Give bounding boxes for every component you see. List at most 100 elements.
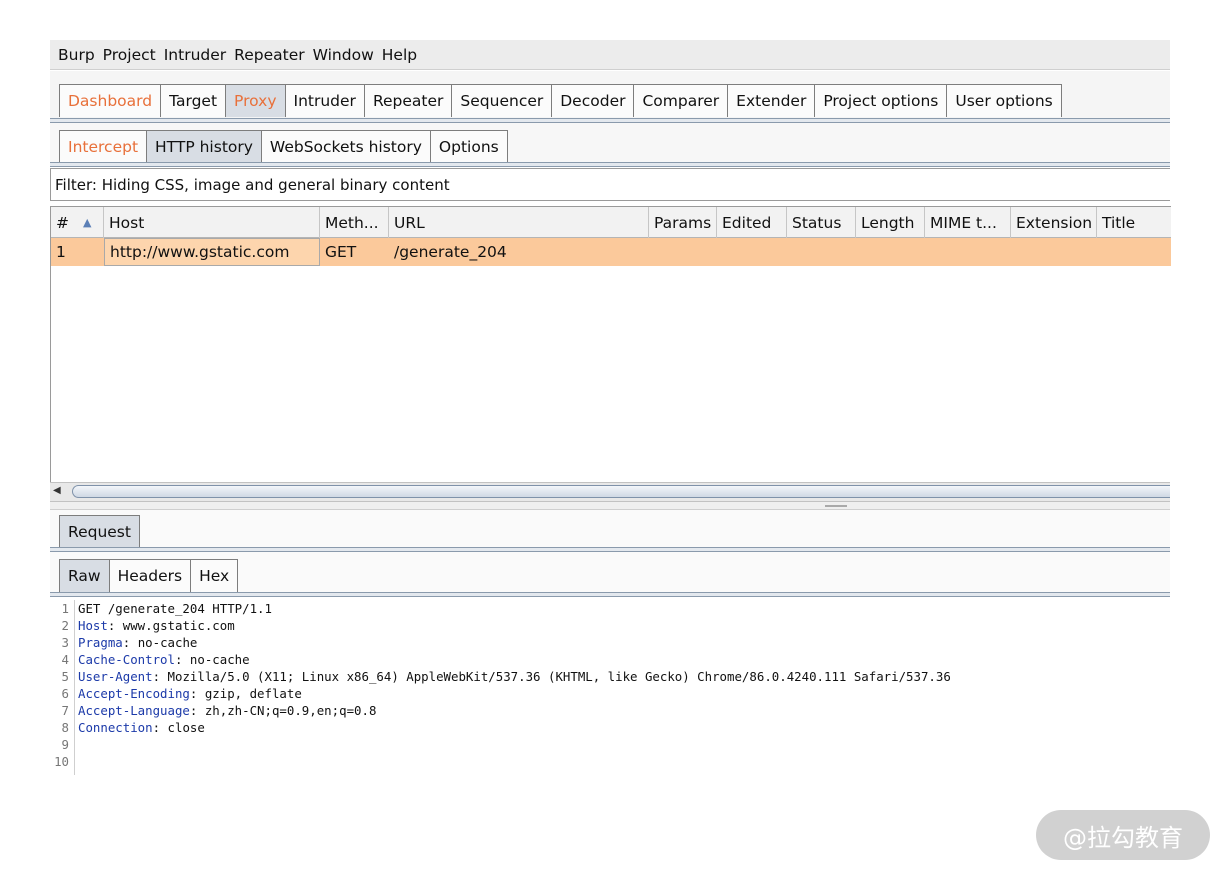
column-header-edited[interactable]: Edited xyxy=(717,207,787,238)
cell-status xyxy=(787,238,856,266)
header-value: Mozilla/5.0 (X11; Linux x86_64) AppleWeb… xyxy=(167,669,951,684)
column-header-method[interactable]: Meth... xyxy=(320,207,389,238)
line-content: Cache-Control: no-cache xyxy=(78,651,250,668)
line-content: User-Agent: Mozilla/5.0 (X11; Linux x86_… xyxy=(78,668,951,685)
tab-headers[interactable]: Headers xyxy=(108,559,192,592)
cell-host: http://www.gstatic.com xyxy=(104,238,320,266)
line-number: 4 xyxy=(61,652,69,667)
header-key: Connection xyxy=(78,720,153,735)
header-separator: : xyxy=(152,669,168,684)
tab-user-options[interactable]: User options xyxy=(946,84,1062,117)
watermark: @拉勾教育 xyxy=(1036,810,1210,860)
column-header-title[interactable]: Title xyxy=(1097,207,1171,238)
line-number: 6 xyxy=(61,686,69,701)
tab-http-history[interactable]: HTTP history xyxy=(146,130,262,162)
line-content: Host: www.gstatic.com xyxy=(78,617,235,634)
column-header-mime-type[interactable]: MIME t... xyxy=(925,207,1011,238)
column-header-host[interactable]: Host xyxy=(104,207,320,238)
tab-proxy[interactable]: Proxy xyxy=(225,84,286,117)
code-line: 5 User-Agent: Mozilla/5.0 (X11; Linux x86… xyxy=(50,668,1170,685)
tab-hex[interactable]: Hex xyxy=(190,559,239,592)
column-header-extension[interactable]: Extension xyxy=(1011,207,1097,238)
column-header-url[interactable]: URL xyxy=(389,207,649,238)
cell-mime-type xyxy=(925,238,1011,266)
header-value: no-cache xyxy=(137,635,198,650)
tab-project-options[interactable]: Project options xyxy=(814,84,948,117)
tab-extender[interactable]: Extender xyxy=(727,84,816,117)
column-label: # xyxy=(56,213,69,232)
code-line: 7 Accept-Language: zh,zh-CN;q=0.9,en;q=0.… xyxy=(50,702,1170,719)
code-line: 4 Cache-Control: no-cache xyxy=(50,651,1170,668)
menu-repeater[interactable]: Repeater xyxy=(234,46,304,64)
horizontal-scrollbar[interactable]: ◀ xyxy=(50,482,1170,502)
column-header-length[interactable]: Length xyxy=(856,207,925,238)
header-value: close xyxy=(167,720,205,735)
line-content: Pragma: no-cache xyxy=(78,634,197,651)
code-line: 6 Accept-Encoding: gzip, deflate xyxy=(50,685,1170,702)
cell-method: GET xyxy=(325,243,357,261)
header-separator: : xyxy=(152,720,168,735)
line-content: Accept-Encoding: gzip, deflate xyxy=(78,685,302,702)
column-header-number[interactable]: # ▲ xyxy=(51,207,104,238)
header-separator: : xyxy=(122,635,138,650)
menu-project[interactable]: Project xyxy=(103,46,156,64)
header-separator: : xyxy=(189,703,205,718)
column-header-params[interactable]: Params xyxy=(649,207,717,238)
cell-length xyxy=(856,238,925,266)
tab-dashboard[interactable]: Dashboard xyxy=(59,84,162,117)
tab-websockets-history[interactable]: WebSockets history xyxy=(260,130,431,162)
scrollbar-thumb[interactable] xyxy=(72,485,1170,498)
code-line: 1 GET /generate_204 HTTP/1.1 xyxy=(50,600,1170,617)
tab-decoder[interactable]: Decoder xyxy=(551,84,635,117)
line-number: 10 xyxy=(54,754,69,769)
request-editor[interactable]: 1 GET /generate_204 HTTP/1.1 2 Host: www.g… xyxy=(50,600,1170,780)
menu-bar: Burp Project Intruder Repeater Window He… xyxy=(50,40,1170,70)
tab-intercept[interactable]: Intercept xyxy=(59,130,148,162)
menu-intruder[interactable]: Intruder xyxy=(164,46,226,64)
line-content: Connection: close xyxy=(78,719,205,736)
header-separator: : xyxy=(174,652,190,667)
code-line: 8 Connection: close xyxy=(50,719,1170,736)
header-key: Pragma xyxy=(78,635,123,650)
tab-raw[interactable]: Raw xyxy=(59,559,110,592)
tab-comparer[interactable]: Comparer xyxy=(633,84,729,117)
line-number: 1 xyxy=(61,601,69,616)
menu-burp[interactable]: Burp xyxy=(58,46,95,64)
code-line: 3 Pragma: no-cache xyxy=(50,634,1170,651)
column-header-status[interactable]: Status xyxy=(787,207,856,238)
cell-extension xyxy=(1011,238,1097,266)
header-value: gzip, deflate xyxy=(204,686,302,701)
code-line: 2 Host: www.gstatic.com xyxy=(50,617,1170,634)
header-key: User-Agent xyxy=(78,669,153,684)
pane-splitter[interactable] xyxy=(50,502,1170,510)
burp-window: Burp Project Intruder Repeater Window He… xyxy=(50,40,1171,780)
cell-title xyxy=(1097,238,1171,266)
message-tabs: Request xyxy=(50,510,1170,552)
line-number: 5 xyxy=(61,669,69,684)
header-key: Accept-Language xyxy=(78,703,190,718)
splitter-grip-icon[interactable] xyxy=(825,505,847,507)
tab-intruder[interactable]: Intruder xyxy=(284,84,365,117)
table-row[interactable]: 1 http://www.gstatic.com GET /generate_2… xyxy=(51,238,1171,266)
header-key: Host xyxy=(78,618,108,633)
header-value: no-cache xyxy=(189,652,250,667)
cell-url: /generate_204 xyxy=(394,243,507,261)
code-line: 10 xyxy=(50,753,1170,770)
header-key: Cache-Control xyxy=(78,652,175,667)
table-header: # ▲ Host Meth... URL Params Edited Statu… xyxy=(51,206,1171,238)
scroll-left-icon[interactable]: ◀ xyxy=(53,485,61,496)
tab-target[interactable]: Target xyxy=(160,84,227,117)
menu-window[interactable]: Window xyxy=(313,46,374,64)
filter-bar[interactable]: Filter: Hiding CSS, image and general bi… xyxy=(50,168,1170,201)
line-number: 7 xyxy=(61,703,69,718)
format-tabs: Raw Headers Hex xyxy=(50,552,1170,597)
header-value: zh,zh-CN;q=0.9,en;q=0.8 xyxy=(204,703,377,718)
proxy-tabs: Intercept HTTP history WebSockets histor… xyxy=(50,123,1170,167)
menu-help[interactable]: Help xyxy=(382,46,417,64)
tab-options[interactable]: Options xyxy=(429,130,508,162)
sort-ascending-icon: ▲ xyxy=(83,216,92,229)
tab-sequencer[interactable]: Sequencer xyxy=(451,84,553,117)
tab-repeater[interactable]: Repeater xyxy=(363,84,453,117)
header-value: GET /generate_204 HTTP/1.1 xyxy=(78,601,272,616)
tab-request[interactable]: Request xyxy=(59,515,140,548)
